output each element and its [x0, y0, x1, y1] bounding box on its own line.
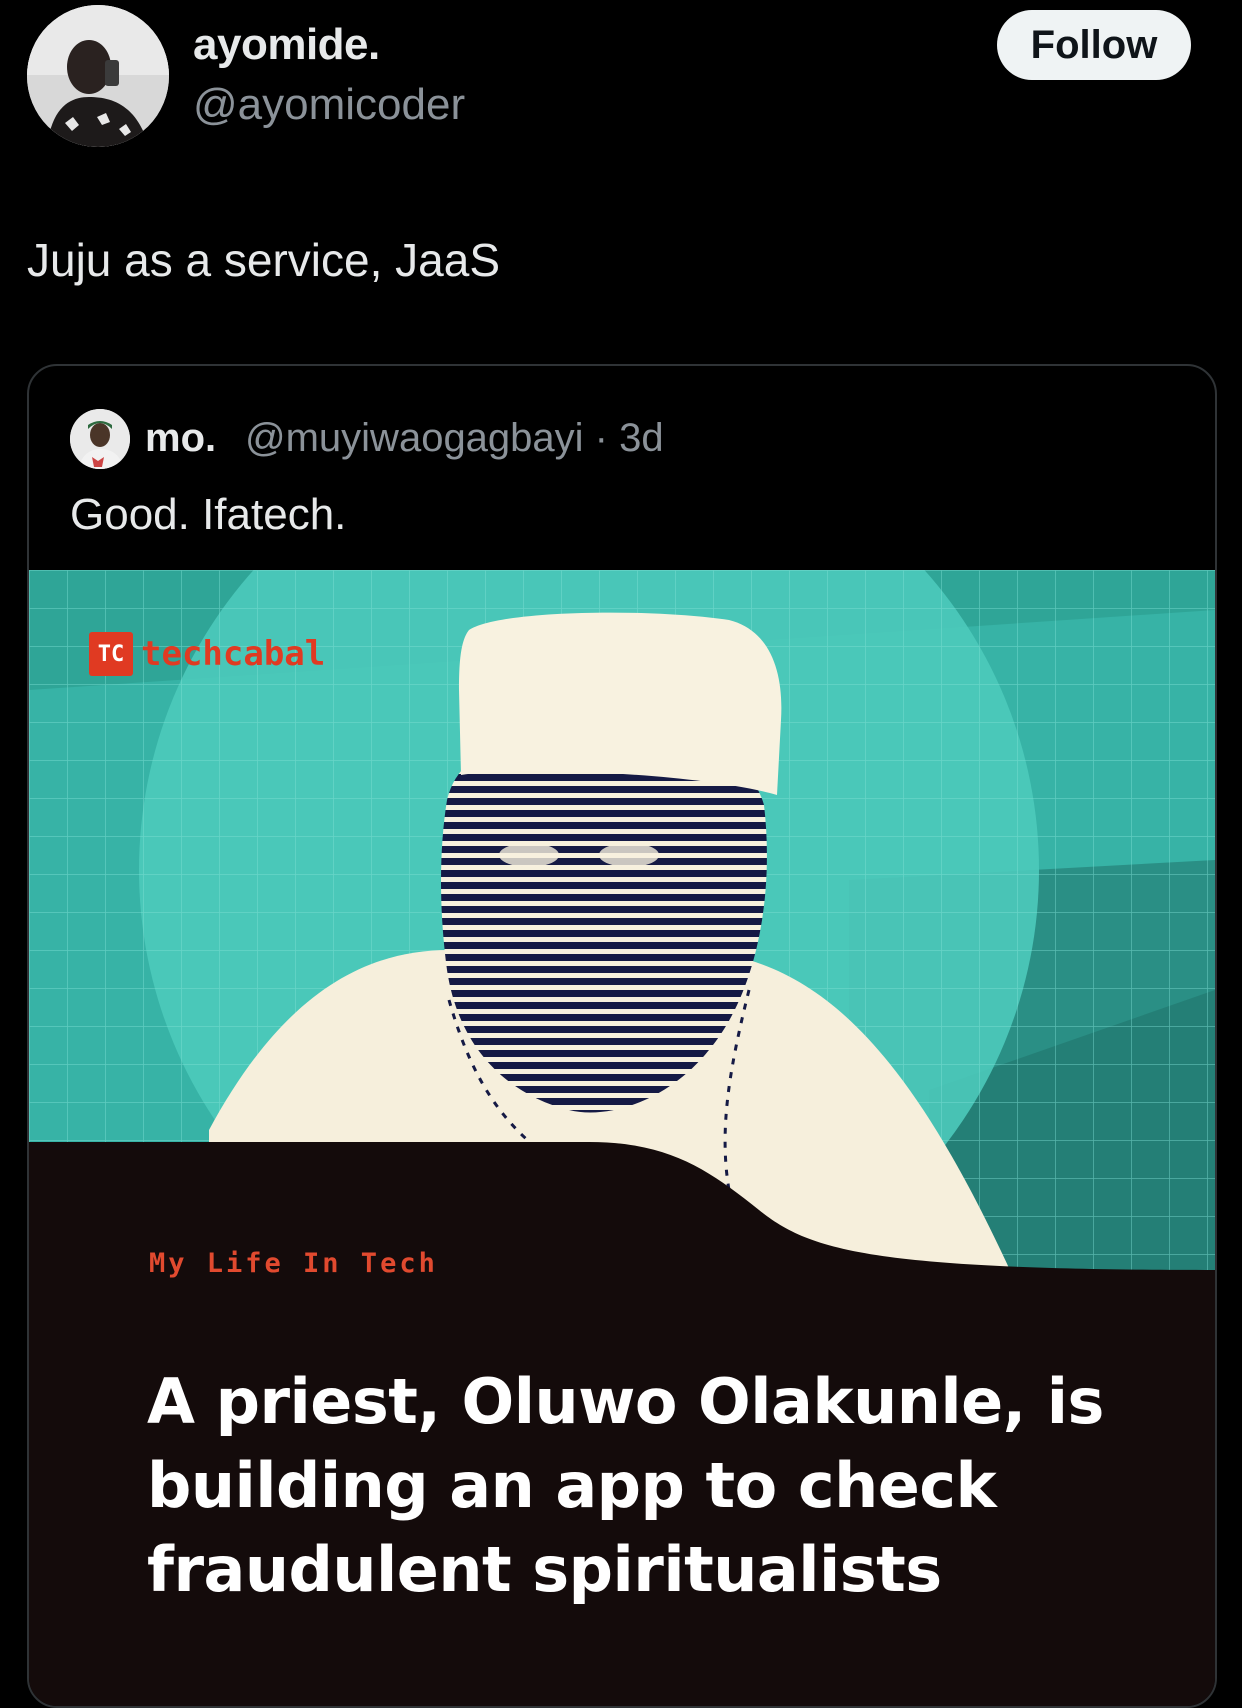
- techcabal-logo: TC techcabal: [89, 632, 325, 676]
- user-avatar-photo-icon: [70, 409, 130, 469]
- tweet-text: Juju as a service, JaaS: [27, 234, 501, 286]
- author-handle[interactable]: @ayomicoder: [193, 80, 465, 130]
- article-preview-image[interactable]: TC techcabal My Life In Tech A priest, O…: [29, 570, 1215, 1706]
- quoted-author-avatar[interactable]: [70, 409, 130, 469]
- quoted-author-name[interactable]: mo.: [145, 416, 216, 461]
- techcabal-wordmark: techcabal: [141, 634, 326, 674]
- quoted-tweet-card[interactable]: mo. @muyiwaogagbayi · 3d Good. Ifatech.: [27, 364, 1217, 1708]
- techcabal-mark-icon: TC: [89, 632, 133, 676]
- quoted-tweet-text: Good. Ifatech.: [70, 490, 347, 539]
- author-name[interactable]: ayomide.: [193, 20, 380, 70]
- tweet-header: ayomide. @ayomicoder Follow: [0, 0, 1242, 170]
- article-headline: A priest, Oluwo Olakunle, is building an…: [147, 1365, 1104, 1606]
- article-category: My Life In Tech: [149, 1248, 438, 1279]
- quoted-author-handle-time[interactable]: @muyiwaogagbayi · 3d: [245, 416, 664, 461]
- author-avatar[interactable]: [27, 5, 169, 147]
- follow-button[interactable]: Follow: [997, 10, 1191, 80]
- user-avatar-photo-icon: [27, 5, 169, 147]
